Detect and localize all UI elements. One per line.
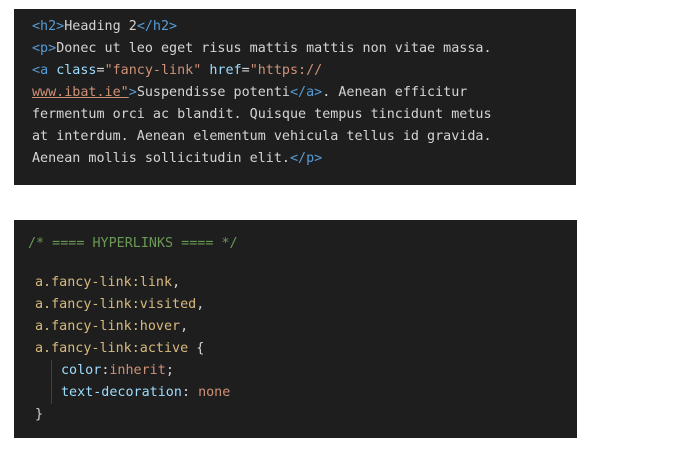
semicolon-1: ; bbox=[165, 363, 174, 378]
css-code-block: /* ==== HYPERLINKS ==== */ a.fancy-link:l… bbox=[14, 220, 577, 438]
href-value-part1: "https:// bbox=[250, 63, 323, 78]
code-line-1: <h2>Heading 2</h2> bbox=[32, 16, 576, 38]
selector-punct-2: , bbox=[196, 297, 205, 312]
open-brace: { bbox=[188, 341, 205, 356]
class-value: "fancy-link" bbox=[104, 63, 202, 78]
code-line-3: <a class="fancy-link" href="https:// bbox=[32, 60, 576, 82]
selector-line-2: a.fancy-link:visited, bbox=[28, 294, 577, 316]
indent-guide-2 bbox=[51, 382, 52, 404]
value-inherit: inherit bbox=[109, 363, 166, 378]
value-none: none bbox=[198, 385, 231, 400]
indent-guide bbox=[51, 360, 52, 382]
heading-text: Heading 2 bbox=[64, 19, 137, 34]
code-line-7: Aenean mollis sollicitudin elit.</p> bbox=[32, 148, 576, 170]
code-line-5: fermentum orci ac blandit. Quisque tempu… bbox=[32, 104, 576, 126]
a-tag-name: a bbox=[40, 63, 49, 78]
class-attr: class bbox=[56, 63, 97, 78]
selector-punct-3: , bbox=[180, 319, 189, 334]
selector-line-4: a.fancy-link:active { bbox=[28, 338, 577, 360]
code-line-2: <p>Donec ut leo eget risus mattis mattis… bbox=[32, 38, 576, 60]
paragraph-text-1: Donec ut leo eget risus mattis mattis no… bbox=[56, 41, 492, 56]
h2-close-tag: </h2> bbox=[136, 19, 178, 34]
selector-link: a.fancy-link:link bbox=[35, 275, 173, 290]
selector-line-3: a.fancy-link:hover, bbox=[28, 316, 577, 338]
declaration-line-1: color:inherit; bbox=[28, 360, 577, 382]
html-code-block: <h2>Heading 2</h2> <p>Donec ut leo eget r… bbox=[14, 9, 576, 185]
equals-sign: = bbox=[96, 63, 105, 78]
a-open-bracket: < bbox=[32, 63, 41, 78]
close-brace: } bbox=[35, 407, 44, 422]
paragraph-text-3: fermentum orci ac blandit. Quisque tempu… bbox=[32, 107, 492, 122]
paragraph-text-5: Aenean mollis sollicitudin elit. bbox=[32, 151, 290, 166]
selector-punct-1: , bbox=[172, 275, 181, 290]
p-open-tag: <p> bbox=[32, 41, 57, 56]
selector-hover: a.fancy-link:hover bbox=[35, 319, 181, 334]
prop-text-decoration: text-decoration bbox=[61, 385, 182, 400]
a-close-tag: </a> bbox=[290, 85, 323, 100]
prop-color: color bbox=[61, 363, 102, 378]
p-close-tag: </p> bbox=[289, 151, 323, 166]
declaration-line-2: text-decoration: none bbox=[28, 382, 577, 404]
colon-2: : bbox=[181, 385, 199, 400]
code-line-4: www.ibat.ie">Suspendisse potenti</a>. Ae… bbox=[32, 82, 576, 104]
href-url-start: "https:// bbox=[249, 63, 323, 78]
href-attr: href bbox=[209, 63, 242, 78]
selector-visited: a.fancy-link:visited bbox=[35, 297, 197, 312]
a-gt-bracket: > bbox=[128, 85, 137, 100]
paragraph-text-4: at interdum. Aenean elementum vehicula t… bbox=[32, 129, 492, 144]
close-brace-line: } bbox=[28, 404, 577, 426]
code-line-6: at interdum. Aenean elementum vehicula t… bbox=[32, 126, 576, 148]
href-url-end[interactable]: www.ibat.ie" bbox=[32, 85, 129, 100]
equals-sign-2: = bbox=[241, 63, 250, 78]
css-comment-line: /* ==== HYPERLINKS ==== */ bbox=[28, 233, 577, 255]
h2-open-tag: <h2> bbox=[32, 19, 65, 34]
css-comment: /* ==== HYPERLINKS ==== */ bbox=[28, 236, 238, 251]
link-text: Suspendisse potenti bbox=[136, 85, 290, 100]
paragraph-text-2: . Aenean efficitur bbox=[322, 85, 468, 100]
selector-line-1: a.fancy-link:link, bbox=[28, 272, 577, 294]
selector-active: a.fancy-link:active bbox=[35, 341, 189, 356]
